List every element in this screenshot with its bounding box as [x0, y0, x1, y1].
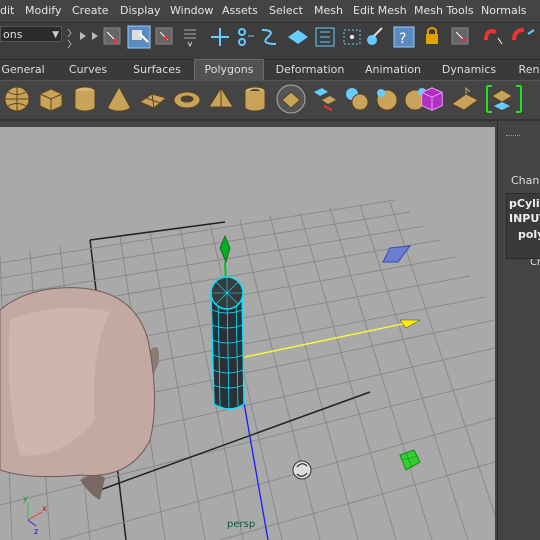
poly-smooth-icon[interactable]	[276, 84, 306, 114]
help-icon[interactable]: ?	[393, 26, 415, 48]
chevron-down-icon: ▼	[52, 30, 59, 40]
snap-magnet-icon[interactable]	[512, 28, 535, 41]
menu-item-display[interactable]: Display	[120, 4, 161, 17]
menu-item-assets[interactable]: Assets	[222, 4, 258, 17]
poly-triangulate-icon[interactable]	[450, 84, 480, 114]
camera-label: persp	[227, 519, 255, 530]
arrow-right-icon[interactable]	[80, 32, 86, 40]
poly-separate-icon[interactable]	[372, 84, 402, 114]
select-highlight-icon[interactable]	[451, 27, 469, 45]
poly-cube-icon[interactable]	[36, 84, 66, 114]
select-object-icon[interactable]	[127, 25, 151, 49]
tab-curves[interactable]: Curves	[58, 60, 118, 80]
axis-label-y: y	[23, 494, 28, 503]
collapse-arrows-icon[interactable]	[67, 28, 72, 49]
snap-surface-icon[interactable]	[288, 30, 308, 44]
arrow-right-icon-2[interactable]	[92, 32, 98, 40]
lock-icon[interactable]	[426, 27, 438, 44]
poly-crease-icon[interactable]	[418, 84, 446, 114]
refresh-manipulator-icon[interactable]	[292, 460, 312, 480]
move-tool-icon[interactable]	[211, 28, 229, 46]
menu-item-select[interactable]: Select	[269, 4, 303, 17]
perspective-viewport[interactable]: x y z persp	[0, 127, 495, 540]
mode-selector-value: ons	[3, 28, 23, 41]
tab-animation[interactable]: Animation	[360, 60, 426, 80]
select-component-icon[interactable]	[155, 27, 173, 45]
mode-selector[interactable]: ons ▼	[0, 26, 62, 42]
main-menubar: dit Modify Create Display Window Assets …	[0, 0, 540, 23]
tab-general[interactable]: General	[0, 60, 46, 80]
tab-dynamics[interactable]: Dynamics	[438, 60, 500, 80]
axis-label-z: z	[34, 527, 38, 536]
poly-sphere-icon[interactable]	[2, 84, 32, 114]
snap-view-plane-icon[interactable]	[343, 29, 361, 45]
snap-curve-icon[interactable]	[261, 29, 277, 45]
shelf-tab-bar: General Curves Surfaces Polygons Deforma…	[0, 59, 540, 81]
poly-uv-editor-icon[interactable]	[484, 84, 524, 114]
viewport-canvas[interactable]: x y z persp	[0, 127, 495, 540]
menu-item-create[interactable]: Create	[72, 4, 109, 17]
poly-pipe-icon[interactable]	[240, 84, 270, 114]
inputs-heading: INPUT	[509, 212, 540, 225]
menu-item-normals[interactable]: Normals	[481, 4, 527, 17]
menu-item-edit-mesh[interactable]: Edit Mesh	[353, 4, 407, 17]
menu-item-mesh[interactable]: Mesh	[314, 4, 343, 17]
tab-surfaces[interactable]: Surfaces	[128, 60, 186, 80]
tab-polygons[interactable]: Polygons	[194, 59, 264, 80]
menu-item-edit[interactable]: dit	[0, 4, 14, 17]
object-name[interactable]: pCylir	[509, 197, 540, 210]
snap-grid-icon[interactable]	[184, 29, 196, 48]
render-icon[interactable]	[367, 27, 383, 45]
poly-pyramid-icon[interactable]	[206, 84, 236, 114]
curve-point-icon[interactable]	[238, 28, 254, 46]
menu-item-mesh-tools[interactable]: Mesh Tools	[414, 4, 474, 17]
svg-text:?: ?	[399, 31, 406, 47]
polygons-shelf	[0, 81, 540, 121]
poly-combine-icon[interactable]	[342, 84, 372, 114]
status-line-tools: ?	[67, 25, 535, 49]
poly-extract-icon[interactable]	[310, 84, 340, 114]
poly-cylinder-icon[interactable]	[70, 84, 100, 114]
snap-live-icon[interactable]	[315, 27, 335, 47]
selected-cylinder[interactable]	[210, 276, 245, 411]
poly-plane-icon[interactable]	[138, 84, 168, 114]
input-node[interactable]: poly	[518, 228, 540, 241]
select-hierarchy-icon[interactable]	[103, 27, 121, 45]
magnet-icon[interactable]	[484, 29, 503, 45]
channel-box-label[interactable]: Chann	[511, 174, 540, 187]
poly-cone-icon[interactable]	[104, 84, 134, 114]
menu-item-modify[interactable]: Modify	[25, 4, 61, 17]
menu-item-window[interactable]: Window	[170, 4, 213, 17]
panel-grip-icon[interactable]	[506, 135, 520, 138]
tab-rendering[interactable]: Ren	[512, 60, 540, 80]
tab-deformation[interactable]: Deformation	[272, 60, 348, 80]
axis-label-x: x	[42, 504, 47, 513]
poly-torus-icon[interactable]	[172, 84, 202, 114]
